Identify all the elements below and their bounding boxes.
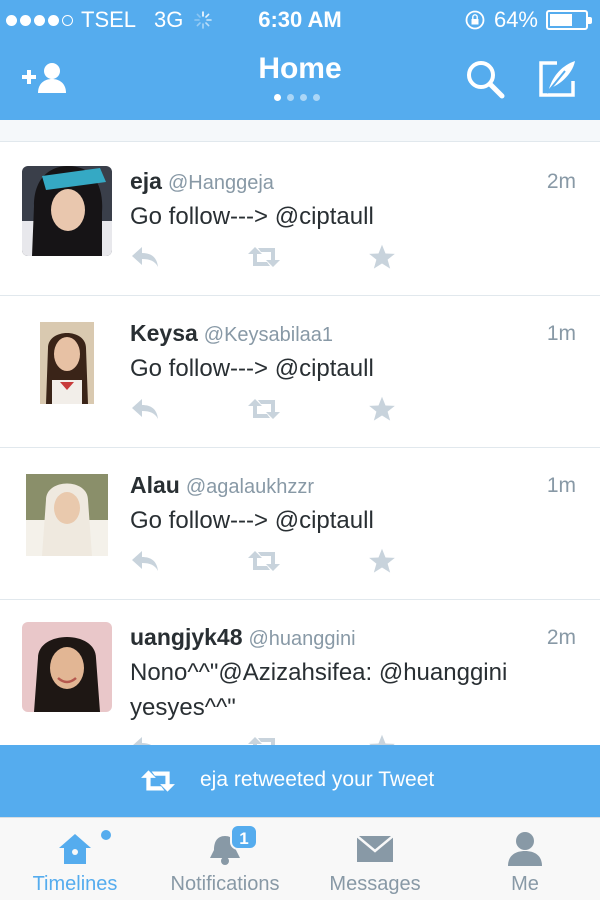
notification-badge: 1 bbox=[230, 824, 258, 850]
reply-icon bbox=[132, 551, 158, 571]
rotation-lock-icon bbox=[465, 10, 485, 30]
page-dot bbox=[274, 94, 281, 101]
avatar[interactable] bbox=[22, 318, 112, 408]
tab-label: Messages bbox=[329, 873, 421, 895]
unread-dot bbox=[101, 830, 111, 840]
tab-messages[interactable]: Messages bbox=[300, 818, 450, 900]
favorite-button[interactable] bbox=[365, 394, 399, 424]
retweet-button[interactable] bbox=[247, 732, 281, 745]
tweet-author-name[interactable]: uangjyk48 bbox=[130, 624, 243, 650]
retweet-icon bbox=[141, 770, 175, 792]
reply-button[interactable] bbox=[128, 242, 162, 272]
tab-label: Me bbox=[511, 873, 539, 895]
status-right: 64% bbox=[464, 7, 592, 33]
tweet-actions bbox=[130, 394, 430, 424]
tweet-actions bbox=[130, 546, 430, 576]
avatar[interactable] bbox=[22, 470, 112, 560]
retweet-button[interactable] bbox=[247, 546, 281, 576]
envelope-icon bbox=[356, 835, 394, 862]
star-icon bbox=[369, 244, 395, 269]
retweet-button[interactable] bbox=[247, 242, 281, 272]
tweet-time: 2m bbox=[546, 170, 576, 193]
tab-bar: Timelines 1 Notifications Messages Me bbox=[0, 817, 600, 900]
tweet-time: 2m bbox=[546, 626, 576, 649]
avatar[interactable] bbox=[22, 622, 112, 712]
tweet-header: Alau @agalaukhzzr bbox=[130, 472, 314, 499]
tweet-text: Go follow---> @ciptaull bbox=[130, 203, 374, 230]
tweet-item[interactable]: Keysa @Keysabilaa1 1m Go follow---> @cipt… bbox=[0, 296, 600, 448]
status-bar: TSEL 3G 6:30 AM 64% bbox=[0, 0, 600, 40]
battery-icon bbox=[546, 10, 592, 30]
page-dot bbox=[313, 94, 320, 101]
retweet-icon bbox=[248, 399, 280, 419]
tab-notifications[interactable]: 1 Notifications bbox=[150, 818, 300, 900]
tab-label: Timelines bbox=[32, 873, 118, 895]
tweet-text: Go follow---> @ciptaull bbox=[130, 355, 374, 382]
avatar-photo-icon bbox=[22, 470, 112, 560]
reply-icon bbox=[132, 399, 158, 419]
page-dot bbox=[300, 94, 307, 101]
tweet-author-handle[interactable]: @agalaukhzzr bbox=[186, 476, 314, 498]
tweet-header: Keysa @Keysabilaa1 bbox=[130, 320, 333, 347]
timeline[interactable]: eja @Hanggeja 2m Go follow---> @ciptaull bbox=[0, 120, 600, 745]
tweet-time: 1m bbox=[546, 474, 576, 497]
tweet-actions bbox=[130, 732, 430, 745]
tweet-time: 1m bbox=[546, 322, 576, 345]
battery-percent: 64% bbox=[493, 7, 538, 32]
page-title: Home bbox=[258, 52, 342, 85]
tweet-actions bbox=[130, 242, 430, 272]
compose-icon bbox=[539, 61, 575, 97]
search-icon bbox=[467, 61, 505, 99]
person-icon bbox=[508, 832, 542, 866]
page-indicator bbox=[274, 94, 320, 101]
avatar[interactable] bbox=[22, 166, 112, 256]
star-icon bbox=[369, 396, 395, 421]
favorite-button[interactable] bbox=[365, 242, 399, 272]
search-button[interactable] bbox=[460, 54, 510, 104]
tweet-author-handle[interactable]: @Hanggeja bbox=[168, 172, 274, 194]
avatar-photo-icon bbox=[22, 318, 112, 408]
retweet-icon bbox=[248, 551, 280, 571]
tweet-author-handle[interactable]: @huanggini bbox=[249, 628, 356, 650]
tweet-item[interactable]: Alau @agalaukhzzr 1m Go follow---> @cipta… bbox=[0, 448, 600, 600]
tweet-author-name[interactable]: eja bbox=[130, 168, 162, 194]
favorite-button[interactable] bbox=[365, 546, 399, 576]
retweet-icon bbox=[248, 247, 280, 267]
compose-button[interactable] bbox=[532, 54, 582, 104]
tab-label: Notifications bbox=[170, 873, 280, 895]
tweet-text: Go follow---> @ciptaull bbox=[130, 507, 374, 534]
timeline-gap bbox=[0, 120, 600, 142]
tab-me[interactable]: Me bbox=[450, 818, 600, 900]
retweet-notification-banner[interactable]: eja retweeted your Tweet bbox=[0, 745, 600, 817]
tweet-author-handle[interactable]: @Keysabilaa1 bbox=[204, 324, 333, 346]
star-icon bbox=[369, 548, 395, 573]
reply-button[interactable] bbox=[128, 732, 162, 745]
tweet-item[interactable]: uangjyk48 @huanggini 2m Nono^^"@Azizahsif… bbox=[0, 600, 600, 745]
banner-text: eja retweeted your Tweet bbox=[200, 768, 435, 791]
favorite-button[interactable] bbox=[365, 732, 399, 745]
tweet-text: Nono^^"@Azizahsifea: @huanggini yesyes^^… bbox=[130, 659, 508, 721]
home-icon bbox=[59, 834, 91, 864]
avatar-photo-icon bbox=[22, 166, 112, 256]
reply-icon bbox=[133, 737, 152, 745]
star-icon bbox=[369, 734, 395, 745]
tab-timelines[interactable]: Timelines bbox=[0, 818, 150, 900]
reply-button[interactable] bbox=[128, 394, 162, 424]
retweet-button[interactable] bbox=[247, 394, 281, 424]
reply-button[interactable] bbox=[128, 546, 162, 576]
tweet-author-name[interactable]: Keysa bbox=[130, 320, 198, 346]
retweet-icon bbox=[248, 737, 275, 745]
nav-bar: Home bbox=[0, 40, 600, 120]
page-dot bbox=[287, 94, 294, 101]
tweet-item[interactable]: eja @Hanggeja 2m Go follow---> @ciptaull bbox=[0, 144, 600, 296]
tweet-author-name[interactable]: Alau bbox=[130, 472, 180, 498]
tweet-header: uangjyk48 @huanggini bbox=[130, 624, 356, 651]
avatar-photo-icon bbox=[22, 622, 112, 712]
reply-icon bbox=[132, 247, 158, 267]
tweet-header: eja @Hanggeja bbox=[130, 168, 274, 195]
header: TSEL 3G 6:30 AM 64% Home bbox=[0, 0, 600, 120]
